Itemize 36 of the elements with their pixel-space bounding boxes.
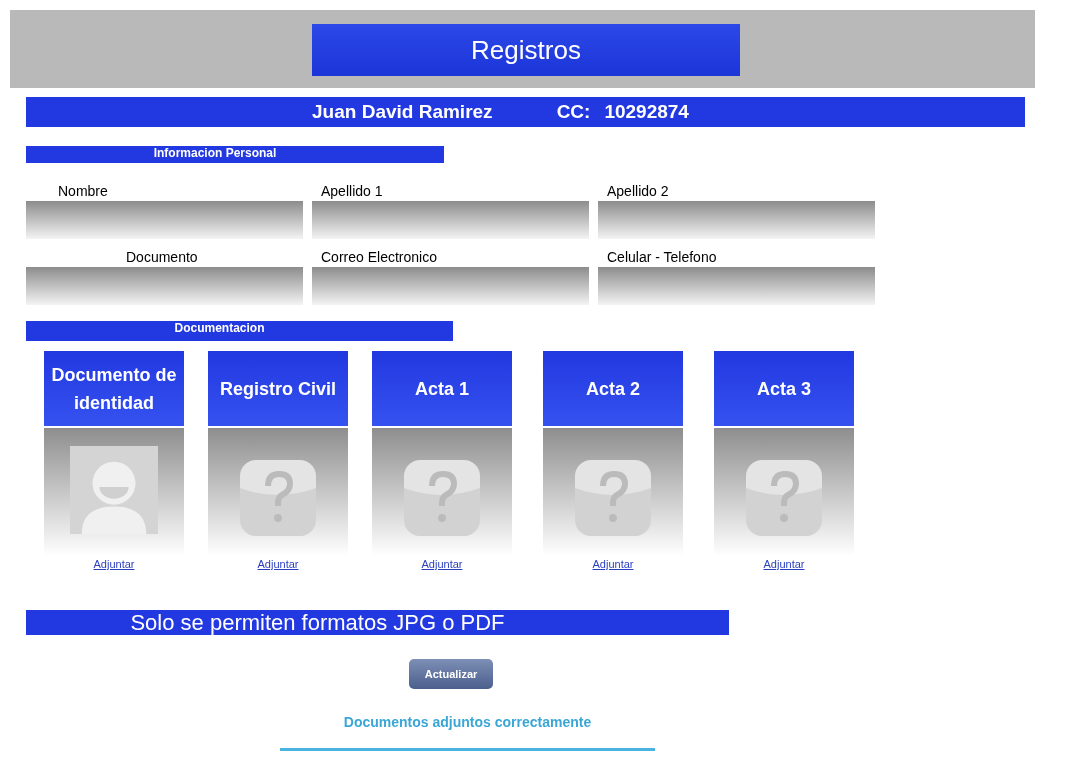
card-title: Acta 2 — [586, 377, 640, 401]
section-title: Informacion Personal — [26, 146, 444, 163]
attach-link[interactable]: Adjuntar — [257, 558, 299, 570]
field-label: Apellido 2 — [606, 183, 670, 201]
success-message: Documentos adjuntos correctamente — [280, 714, 655, 751]
card-title: Acta 1 — [415, 377, 469, 401]
attach-link[interactable]: Adjuntar — [421, 558, 463, 570]
card-title: Documento de identidad — [50, 363, 178, 415]
input-field[interactable] — [312, 201, 589, 239]
field-label: Apellido 1 — [320, 183, 384, 201]
section-title: Documentacion — [26, 321, 453, 341]
card-title: Acta 3 — [757, 377, 811, 401]
card-title: Registro Civil — [220, 377, 336, 401]
field-label: Nombre — [57, 183, 109, 201]
input-field[interactable] — [26, 267, 303, 305]
id-number: 10292874 — [604, 101, 689, 123]
input-field[interactable] — [598, 201, 875, 239]
input-field[interactable] — [598, 267, 875, 305]
question-mark-icon — [238, 458, 318, 538]
attach-link[interactable]: Adjuntar — [592, 558, 634, 570]
person-name: Juan David Ramirez — [312, 101, 493, 123]
attach-link[interactable]: Adjuntar — [763, 558, 805, 570]
question-mark-icon — [573, 458, 653, 538]
input-field[interactable] — [312, 267, 589, 305]
input-field[interactable] — [26, 201, 303, 239]
page-title: Registros — [312, 24, 740, 76]
update-button[interactable]: Actualizar — [409, 659, 493, 689]
formats-notice: Solo se permiten formatos JPG o PDF — [26, 610, 729, 635]
avatar-icon — [70, 446, 158, 534]
field-label: Correo Electronico — [320, 249, 438, 267]
attach-link[interactable]: Adjuntar — [93, 558, 135, 570]
field-label: Documento — [125, 249, 199, 267]
id-label: CC: — [556, 101, 591, 123]
field-label: Celular - Telefono — [606, 249, 718, 267]
question-mark-icon — [744, 458, 824, 538]
question-mark-icon — [402, 458, 482, 538]
